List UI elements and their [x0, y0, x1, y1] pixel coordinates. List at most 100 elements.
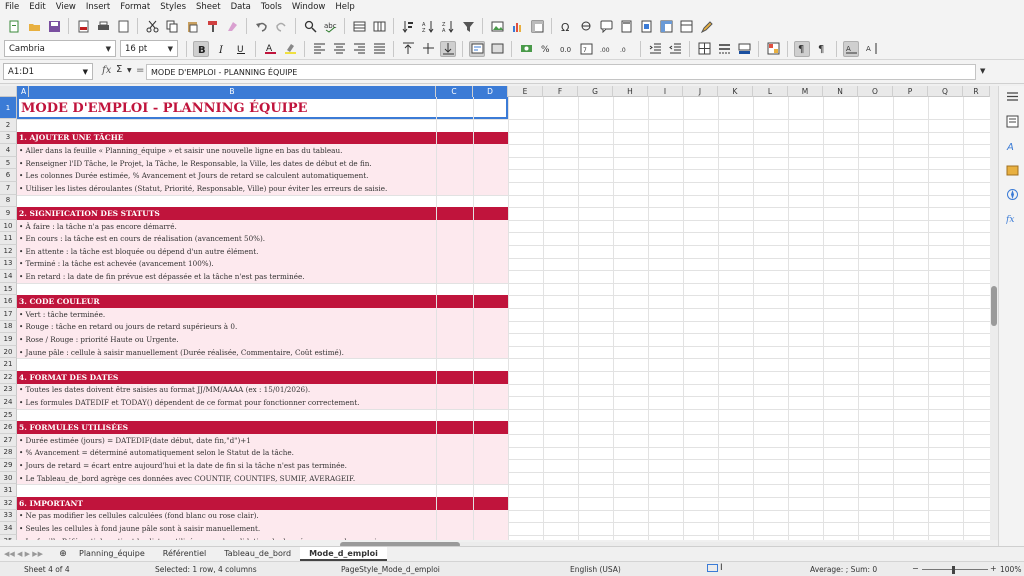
row-header[interactable]: 13	[0, 257, 17, 271]
navigator-icon[interactable]	[1004, 186, 1020, 202]
selection-summary[interactable]: Average: ; Sum: 0	[810, 565, 877, 574]
row-header[interactable]: 14	[0, 270, 17, 283]
row-header[interactable]: 21	[0, 358, 17, 371]
row-header[interactable]: 32	[0, 497, 17, 510]
column-header-m[interactable]: M	[788, 86, 823, 97]
increase-indent-icon[interactable]	[647, 41, 663, 57]
bold-icon[interactable]: B	[193, 40, 209, 57]
title-cell[interactable]: MODE D'EMPLOI - PLANNING ÉQUIPE	[17, 97, 508, 119]
redo-icon[interactable]	[273, 18, 289, 34]
zoom-out-icon[interactable]: −	[912, 564, 919, 573]
instruction-text[interactable]: • La feuille Référentiel contient les li…	[19, 535, 393, 540]
row-header[interactable]: 22	[0, 371, 17, 384]
column-icon[interactable]	[371, 18, 387, 34]
copy-icon[interactable]	[164, 18, 180, 34]
sum-icon[interactable]: Σ	[116, 64, 122, 75]
sheet-tab[interactable]: Référentiel	[154, 547, 215, 561]
date-format-icon[interactable]: 7	[578, 41, 594, 57]
column-header-j[interactable]: J	[683, 86, 718, 97]
select-all-corner[interactable]	[0, 86, 17, 97]
menu-insert[interactable]: Insert	[81, 2, 115, 12]
instruction-text[interactable]: • Les colonnes Durée estimée, % Avanceme…	[19, 169, 368, 182]
expand-formula-icon[interactable]: ▼	[980, 67, 985, 75]
row-header[interactable]: 9	[0, 207, 17, 220]
instruction-text[interactable]: • Terminé : la tâche est achevée (avance…	[19, 258, 214, 271]
save-icon[interactable]	[46, 18, 62, 34]
menu-window[interactable]: Window	[287, 2, 331, 12]
row-header[interactable]: 23	[0, 383, 17, 397]
decrease-indent-icon[interactable]	[667, 41, 683, 57]
highlight-color-icon[interactable]	[282, 41, 298, 57]
add-sheet-icon[interactable]: ⊕	[56, 549, 70, 559]
section-heading[interactable]: 4. FORMAT DES DATES	[17, 371, 508, 384]
row-header[interactable]: 12	[0, 245, 17, 258]
column-header-r[interactable]: R	[963, 86, 990, 97]
instruction-text[interactable]: • En retard : la date de fin prévue est …	[19, 270, 305, 283]
menu-view[interactable]: View	[51, 2, 81, 12]
column-header-k[interactable]: K	[718, 86, 753, 97]
show-draw-functions-icon[interactable]	[698, 18, 714, 34]
row-header[interactable]: 33	[0, 509, 17, 523]
underline-icon[interactable]: U	[233, 41, 249, 57]
scroll-thumb[interactable]	[991, 286, 997, 326]
hyperlink-icon[interactable]	[578, 18, 594, 34]
selection-mode-icon[interactable]	[707, 564, 718, 572]
center-vertically-icon[interactable]	[420, 41, 436, 57]
instruction-text[interactable]: • Jaune pâle : cellule à saisir manuelle…	[19, 346, 344, 359]
instruction-text[interactable]: • À faire : la tâche n'a pas encore déma…	[19, 220, 177, 233]
instruction-text[interactable]: • Toutes les dates doivent être saisies …	[19, 384, 310, 397]
special-character-icon[interactable]: Ω	[558, 18, 574, 34]
column-header-f[interactable]: F	[543, 86, 578, 97]
instruction-text[interactable]: • Ne pas modifier les cellules calculées…	[19, 510, 259, 523]
menu-sheet[interactable]: Sheet	[191, 2, 226, 12]
wrap-text-icon[interactable]	[469, 40, 485, 57]
italic-icon[interactable]: I	[213, 41, 229, 57]
insert-image-icon[interactable]	[489, 18, 505, 34]
cell-area[interactable]: MODE D'EMPLOI - PLANNING ÉQUIPE 1. AJOUTE…	[17, 97, 990, 540]
chevron-down-icon[interactable]: ▼	[127, 67, 132, 74]
paste-icon[interactable]	[184, 18, 200, 34]
instruction-text[interactable]: • Seules les cellules à fond jaune pâle …	[19, 522, 260, 535]
font-name-combo[interactable]: Cambria ▼	[4, 40, 116, 57]
spreadsheet-grid[interactable]: ABCDEFGHIJKLMNOPQR 1 2 3 4 5 6 7 8 9 10 11 12 13 14 15…	[0, 86, 990, 540]
instruction-text[interactable]: • Rose / Rouge : priorité Haute ou Urgen…	[19, 333, 179, 346]
column-header-o[interactable]: O	[858, 86, 893, 97]
row-header[interactable]: 28	[0, 446, 17, 460]
clear-formatting-icon[interactable]	[224, 18, 240, 34]
instruction-text[interactable]: • Vert : tâche terminée.	[19, 308, 105, 321]
add-decimal-icon[interactable]: .00	[598, 41, 614, 57]
row-header[interactable]: 2	[0, 119, 17, 132]
menu-tools[interactable]: Tools	[256, 2, 287, 12]
styles-icon[interactable]: A	[1004, 138, 1020, 154]
sort-ascending-icon[interactable]: AZ	[420, 18, 436, 34]
clone-formatting-icon[interactable]	[204, 18, 220, 34]
zoom-level[interactable]: 100%	[1000, 565, 1021, 574]
properties-icon[interactable]	[1004, 113, 1020, 129]
row-header[interactable]: 15	[0, 282, 17, 296]
row-header[interactable]: 34	[0, 522, 17, 535]
cut-icon[interactable]	[144, 18, 160, 34]
undo-icon[interactable]	[253, 18, 269, 34]
align-right-icon[interactable]	[351, 41, 367, 57]
currency-format-icon[interactable]	[518, 41, 534, 57]
column-header-q[interactable]: Q	[928, 86, 963, 97]
number-format-icon[interactable]: 0.0	[558, 41, 574, 57]
menu-file[interactable]: File	[0, 2, 24, 12]
menu-data[interactable]: Data	[226, 2, 256, 12]
instruction-text[interactable]: • Jours de retard = écart entre aujourd'…	[19, 459, 347, 472]
conditional-format-icon[interactable]	[765, 41, 781, 57]
comment-icon[interactable]	[598, 18, 614, 34]
row-header[interactable]: 24	[0, 396, 17, 409]
function-wizard-icon[interactable]: fx	[102, 65, 111, 76]
row-header[interactable]: 5	[0, 156, 17, 170]
row-header[interactable]: 29	[0, 459, 17, 472]
gallery-icon[interactable]	[1004, 162, 1020, 178]
row-header[interactable]: 17	[0, 308, 17, 321]
menu-styles[interactable]: Styles	[155, 2, 191, 12]
autofilter-icon[interactable]	[460, 18, 476, 34]
split-window-icon[interactable]	[678, 18, 694, 34]
column-header-g[interactable]: G	[578, 86, 613, 97]
row-header[interactable]: 16	[0, 295, 17, 308]
language[interactable]: English (USA)	[570, 565, 621, 574]
name-box[interactable]: A1:D1 ▼	[3, 63, 93, 80]
